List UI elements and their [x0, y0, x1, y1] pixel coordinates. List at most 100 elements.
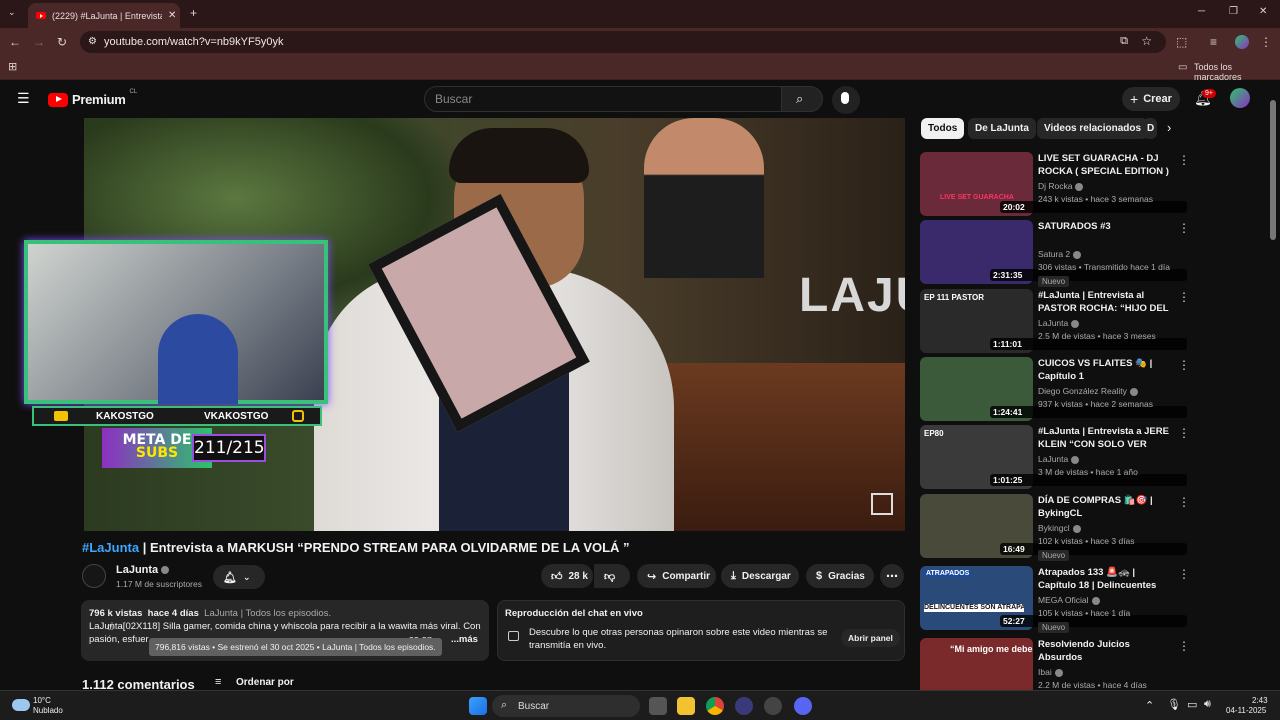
- recommendation-item[interactable]: LIVE SET GUARACHA 20:02 LIVE SET GUARACHA …: [920, 152, 1190, 216]
- more-actions-button[interactable]: ⋯: [880, 564, 904, 588]
- network-icon[interactable]: ▭: [1187, 698, 1197, 711]
- recommendation-item[interactable]: EP 111 PASTOR 1:11:01 #LaJunta | Entrevist…: [920, 289, 1190, 353]
- more-options-icon[interactable]: ⋮: [1178, 640, 1190, 652]
- recommendation-title[interactable]: CUICOS VS FLAITES 🎭 | Capítulo 1: [1038, 357, 1173, 383]
- tab-search-icon[interactable]: ⌄: [8, 8, 16, 17]
- recommendation-item[interactable]: ATRAPADOS DELINCUENTES SON ATRAPADOS EN A…: [920, 566, 1190, 633]
- chrome-menu-icon[interactable]: ⋮: [1260, 36, 1272, 48]
- recommendation-channel[interactable]: LaJunta: [1038, 318, 1080, 328]
- install-app-icon[interactable]: ⧉: [1120, 35, 1128, 48]
- weather-temp[interactable]: 10°C: [33, 696, 51, 706]
- recommendation-channel[interactable]: Diego González Reality: [1038, 386, 1138, 396]
- reload-icon[interactable]: ↻: [57, 36, 67, 48]
- channel-avatar[interactable]: [82, 564, 106, 588]
- volume-icon[interactable]: 🔊︎: [1204, 698, 1211, 711]
- clock-time[interactable]: 2:43: [1252, 696, 1268, 706]
- more-options-icon[interactable]: ⋮: [1178, 496, 1190, 508]
- minimize-icon[interactable]: ─: [1198, 7, 1205, 17]
- youtube-social-icon: [54, 411, 68, 421]
- thanks-button[interactable]: $ Gracias: [806, 564, 874, 588]
- recommendation-title[interactable]: Resolviendo Juicios Absurdos: [1038, 638, 1173, 664]
- weather-condition[interactable]: Nublado: [33, 706, 63, 716]
- share-button[interactable]: ↪ Compartir: [637, 564, 716, 588]
- microphone-icon: [841, 92, 849, 104]
- start-icon[interactable]: [469, 697, 487, 715]
- github-icon[interactable]: [764, 697, 782, 715]
- forward-icon[interactable]: →: [33, 36, 45, 48]
- chip-all[interactable]: Todos: [921, 118, 965, 139]
- bookmark-star-icon[interactable]: ☆: [1141, 34, 1152, 48]
- more-options-icon[interactable]: ⋮: [1178, 154, 1190, 166]
- profile-icon[interactable]: [1235, 35, 1249, 49]
- recommendation-title[interactable]: LIVE SET GUARACHA - DJ ROCKA ( SPECIAL E…: [1038, 152, 1173, 178]
- close-window-icon[interactable]: ✕: [1259, 7, 1267, 17]
- thumbnail-text: “Mi amigo me debe: [950, 644, 1033, 654]
- sort-by-button[interactable]: Ordenar por: [236, 677, 294, 688]
- browser-tab-active[interactable]: (2229) #LaJunta | Entrevista a M ✕: [28, 3, 180, 28]
- title-hashtag-link[interactable]: #LaJunta: [82, 540, 139, 555]
- recommendation-channel[interactable]: LaJunta: [1038, 454, 1080, 464]
- search-input[interactable]: Buscar: [424, 86, 782, 112]
- tray-chevron-icon[interactable]: ⌃: [1145, 699, 1154, 712]
- taskbar-search[interactable]: ⌕ Buscar: [492, 695, 640, 717]
- recommendation-channel[interactable]: Dj Rocka: [1038, 181, 1084, 191]
- create-button[interactable]: + Crear: [1122, 87, 1180, 111]
- recommendation-title[interactable]: DÍA DE COMPRAS 🛍️🎯 | BykingCL: [1038, 494, 1173, 520]
- chip-related[interactable]: Videos relacionados: [1037, 118, 1149, 139]
- more-options-icon[interactable]: ⋮: [1178, 222, 1190, 234]
- page-scrollbar[interactable]: [1270, 100, 1276, 240]
- recommendation-item[interactable]: 16:49 DÍA DE COMPRAS 🛍️🎯 | BykingCL Byking…: [920, 494, 1190, 561]
- recommendation-title[interactable]: #LaJunta | Entrevista a JERE KLEIN “CON …: [1038, 425, 1173, 452]
- account-avatar[interactable]: [1230, 88, 1250, 108]
- like-button[interactable]: 👍︎ 28 k: [541, 564, 593, 588]
- subscription-bell-button[interactable]: 🔔︎ ⌄: [213, 565, 265, 589]
- extensions-icon[interactable]: ⬚: [1176, 36, 1187, 48]
- tab-close-icon[interactable]: ✕: [168, 10, 176, 21]
- recommendation-item[interactable]: 2:31:35 SATURADOS #3 Satura 2 306 vistas • …: [920, 220, 1190, 287]
- more-options-icon[interactable]: ⋮: [1178, 427, 1190, 439]
- address-bar[interactable]: ⚙ youtube.com/watch?v=nb9kYF5y0yk ⧉ ☆: [80, 31, 1166, 53]
- recommendation-title[interactable]: SATURADOS #3: [1038, 220, 1173, 233]
- more-options-icon[interactable]: ⋮: [1178, 568, 1190, 580]
- sort-icon[interactable]: ≡: [215, 676, 221, 688]
- recommendation-title[interactable]: Atrapados 133 🚨🚓 | Capítulo 18 | Delincu…: [1038, 566, 1173, 593]
- download-button[interactable]: ⤓ Descargar: [721, 564, 799, 588]
- file-explorer-icon[interactable]: [677, 697, 695, 715]
- chip-from-channel[interactable]: De LaJunta: [968, 118, 1036, 139]
- open-panel-button[interactable]: Abrir panel: [841, 629, 900, 647]
- all-bookmarks-link[interactable]: Todos los marcadores: [1194, 62, 1280, 82]
- playlist-link[interactable]: LaJunta | Todos los episodios.: [204, 608, 331, 619]
- recommendation-title[interactable]: #LaJunta | Entrevista al PASTOR ROCHA: “…: [1038, 289, 1173, 316]
- recommendation-channel[interactable]: Ibai: [1038, 667, 1063, 677]
- recommendation-item[interactable]: EP80 1:01:25 #LaJunta | Entrevista a JERE …: [920, 425, 1190, 489]
- task-view-icon[interactable]: [649, 697, 667, 715]
- dislike-button[interactable]: 👎︎: [594, 564, 630, 588]
- app-icon[interactable]: [735, 697, 753, 715]
- new-tab-icon[interactable]: +: [190, 7, 197, 19]
- recommendation-meta: 306 vistas • Transmitido hace 1 día: [1038, 262, 1170, 272]
- channel-name[interactable]: LaJunta: [116, 564, 170, 576]
- show-more-link[interactable]: ...más: [451, 633, 478, 646]
- back-icon[interactable]: ←: [9, 36, 21, 48]
- more-options-icon[interactable]: ⋮: [1178, 359, 1190, 371]
- chrome-icon[interactable]: [706, 697, 724, 715]
- recommendation-channel[interactable]: Bykingcl: [1038, 523, 1081, 533]
- recommendation-channel-text: LaJunta: [1038, 318, 1069, 328]
- restore-icon[interactable]: ❐: [1229, 7, 1238, 17]
- chips-next-icon[interactable]: ›: [1167, 120, 1171, 135]
- microphone-tray-icon[interactable]: 🎙︎: [1167, 698, 1181, 711]
- clock-date[interactable]: 04-11-2025: [1226, 706, 1266, 716]
- site-info-icon[interactable]: ⚙: [88, 36, 97, 47]
- more-options-icon[interactable]: ⋮: [1178, 291, 1190, 303]
- media-controls-icon[interactable]: ≡: [1210, 36, 1217, 48]
- recommendation-channel[interactable]: Satura 2: [1038, 249, 1082, 259]
- hamburger-menu-icon[interactable]: ☰: [17, 90, 30, 107]
- apps-icon[interactable]: ⊞: [8, 62, 17, 73]
- voice-search-button[interactable]: [832, 86, 860, 114]
- recommendation-channel[interactable]: MEGA Oficial: [1038, 595, 1100, 605]
- youtube-logo[interactable]: Premium CL: [48, 89, 137, 107]
- search-button[interactable]: ⌕: [781, 86, 823, 112]
- discord-icon[interactable]: [794, 697, 812, 715]
- recommendation-item[interactable]: 1:24:41 CUICOS VS FLAITES 🎭 | Capítulo 1D…: [920, 357, 1190, 421]
- chip-partial[interactable]: D: [1143, 118, 1157, 139]
